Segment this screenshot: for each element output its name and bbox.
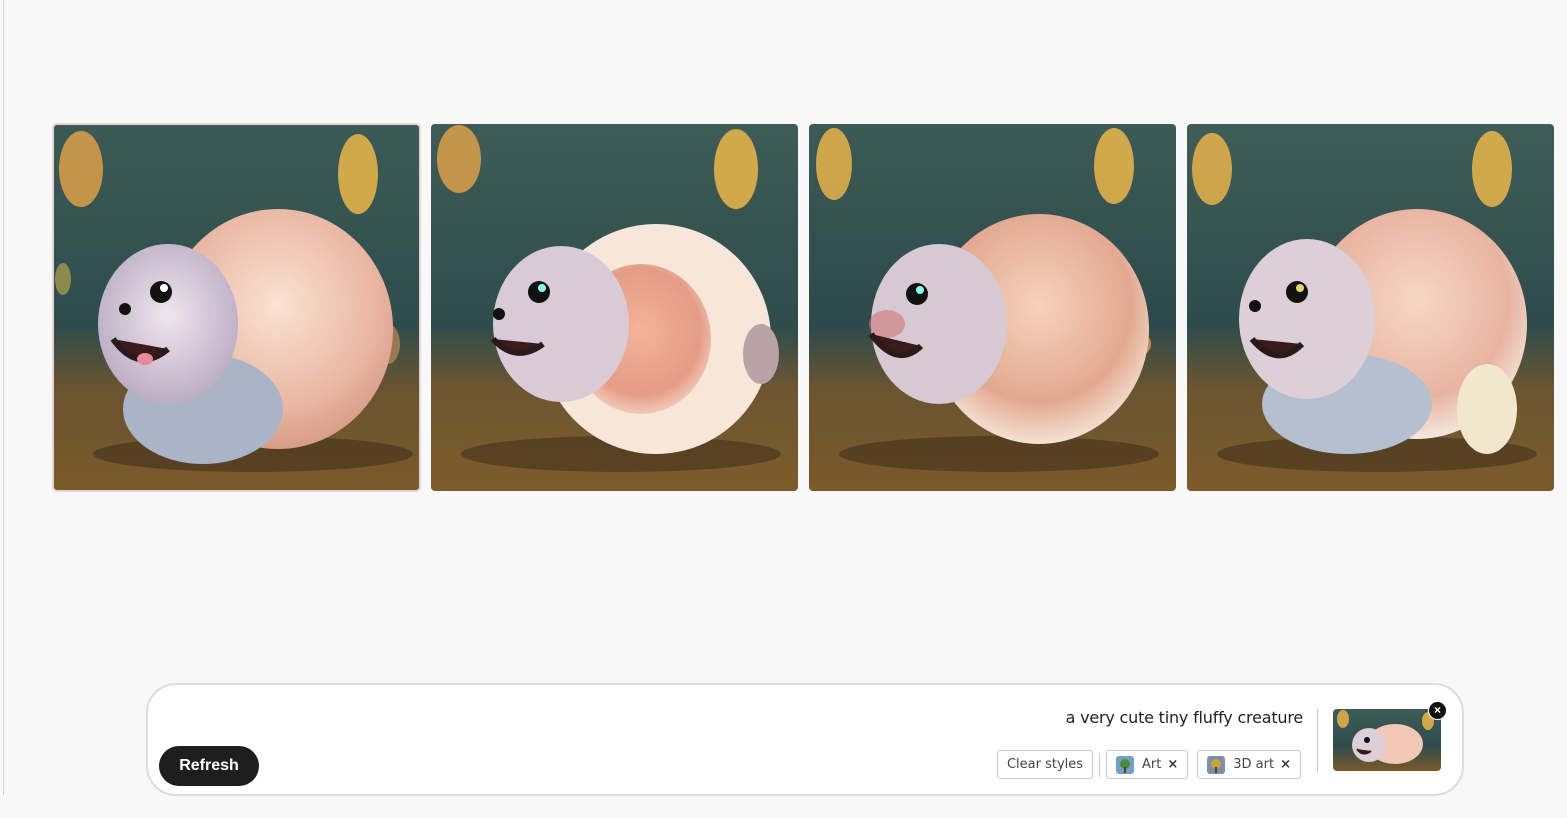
left-border bbox=[3, 0, 4, 795]
generated-image-2[interactable] bbox=[431, 124, 798, 491]
remove-chip-icon[interactable]: × bbox=[1280, 757, 1291, 772]
style-chip-label: Art bbox=[1142, 757, 1162, 772]
generated-image-4[interactable] bbox=[1187, 124, 1554, 491]
clear-styles-button[interactable]: Clear styles bbox=[996, 750, 1094, 779]
style-chip-label: 3D art bbox=[1233, 757, 1275, 772]
refresh-button[interactable]: Refresh bbox=[159, 746, 259, 786]
3d-art-style-icon bbox=[1207, 755, 1226, 774]
creature-image bbox=[431, 124, 798, 491]
clear-styles-label: Clear styles bbox=[1006, 757, 1084, 772]
generated-image-1[interactable] bbox=[52, 123, 421, 492]
generated-image-3[interactable] bbox=[809, 124, 1176, 491]
creature-image bbox=[1187, 124, 1554, 491]
style-chips: Clear styles Art × 3D art × bbox=[996, 750, 1301, 779]
style-chip-art[interactable]: Art × bbox=[1106, 750, 1189, 779]
remove-reference-icon[interactable]: × bbox=[1428, 701, 1447, 720]
style-chip-3d-art[interactable]: 3D art × bbox=[1197, 750, 1301, 779]
chip-divider bbox=[1099, 752, 1101, 777]
prompt-bar: Refresh a very cute tiny fluffy creature… bbox=[146, 683, 1464, 796]
reference-image[interactable] bbox=[1333, 709, 1441, 771]
creature-image bbox=[809, 124, 1176, 491]
art-style-icon bbox=[1116, 755, 1135, 774]
prompt-input[interactable]: a very cute tiny fluffy creature bbox=[1066, 708, 1304, 727]
remove-chip-icon[interactable]: × bbox=[1167, 757, 1178, 772]
creature-image bbox=[53, 124, 420, 491]
image-gallery bbox=[52, 123, 1554, 492]
prompt-divider bbox=[1317, 709, 1318, 773]
